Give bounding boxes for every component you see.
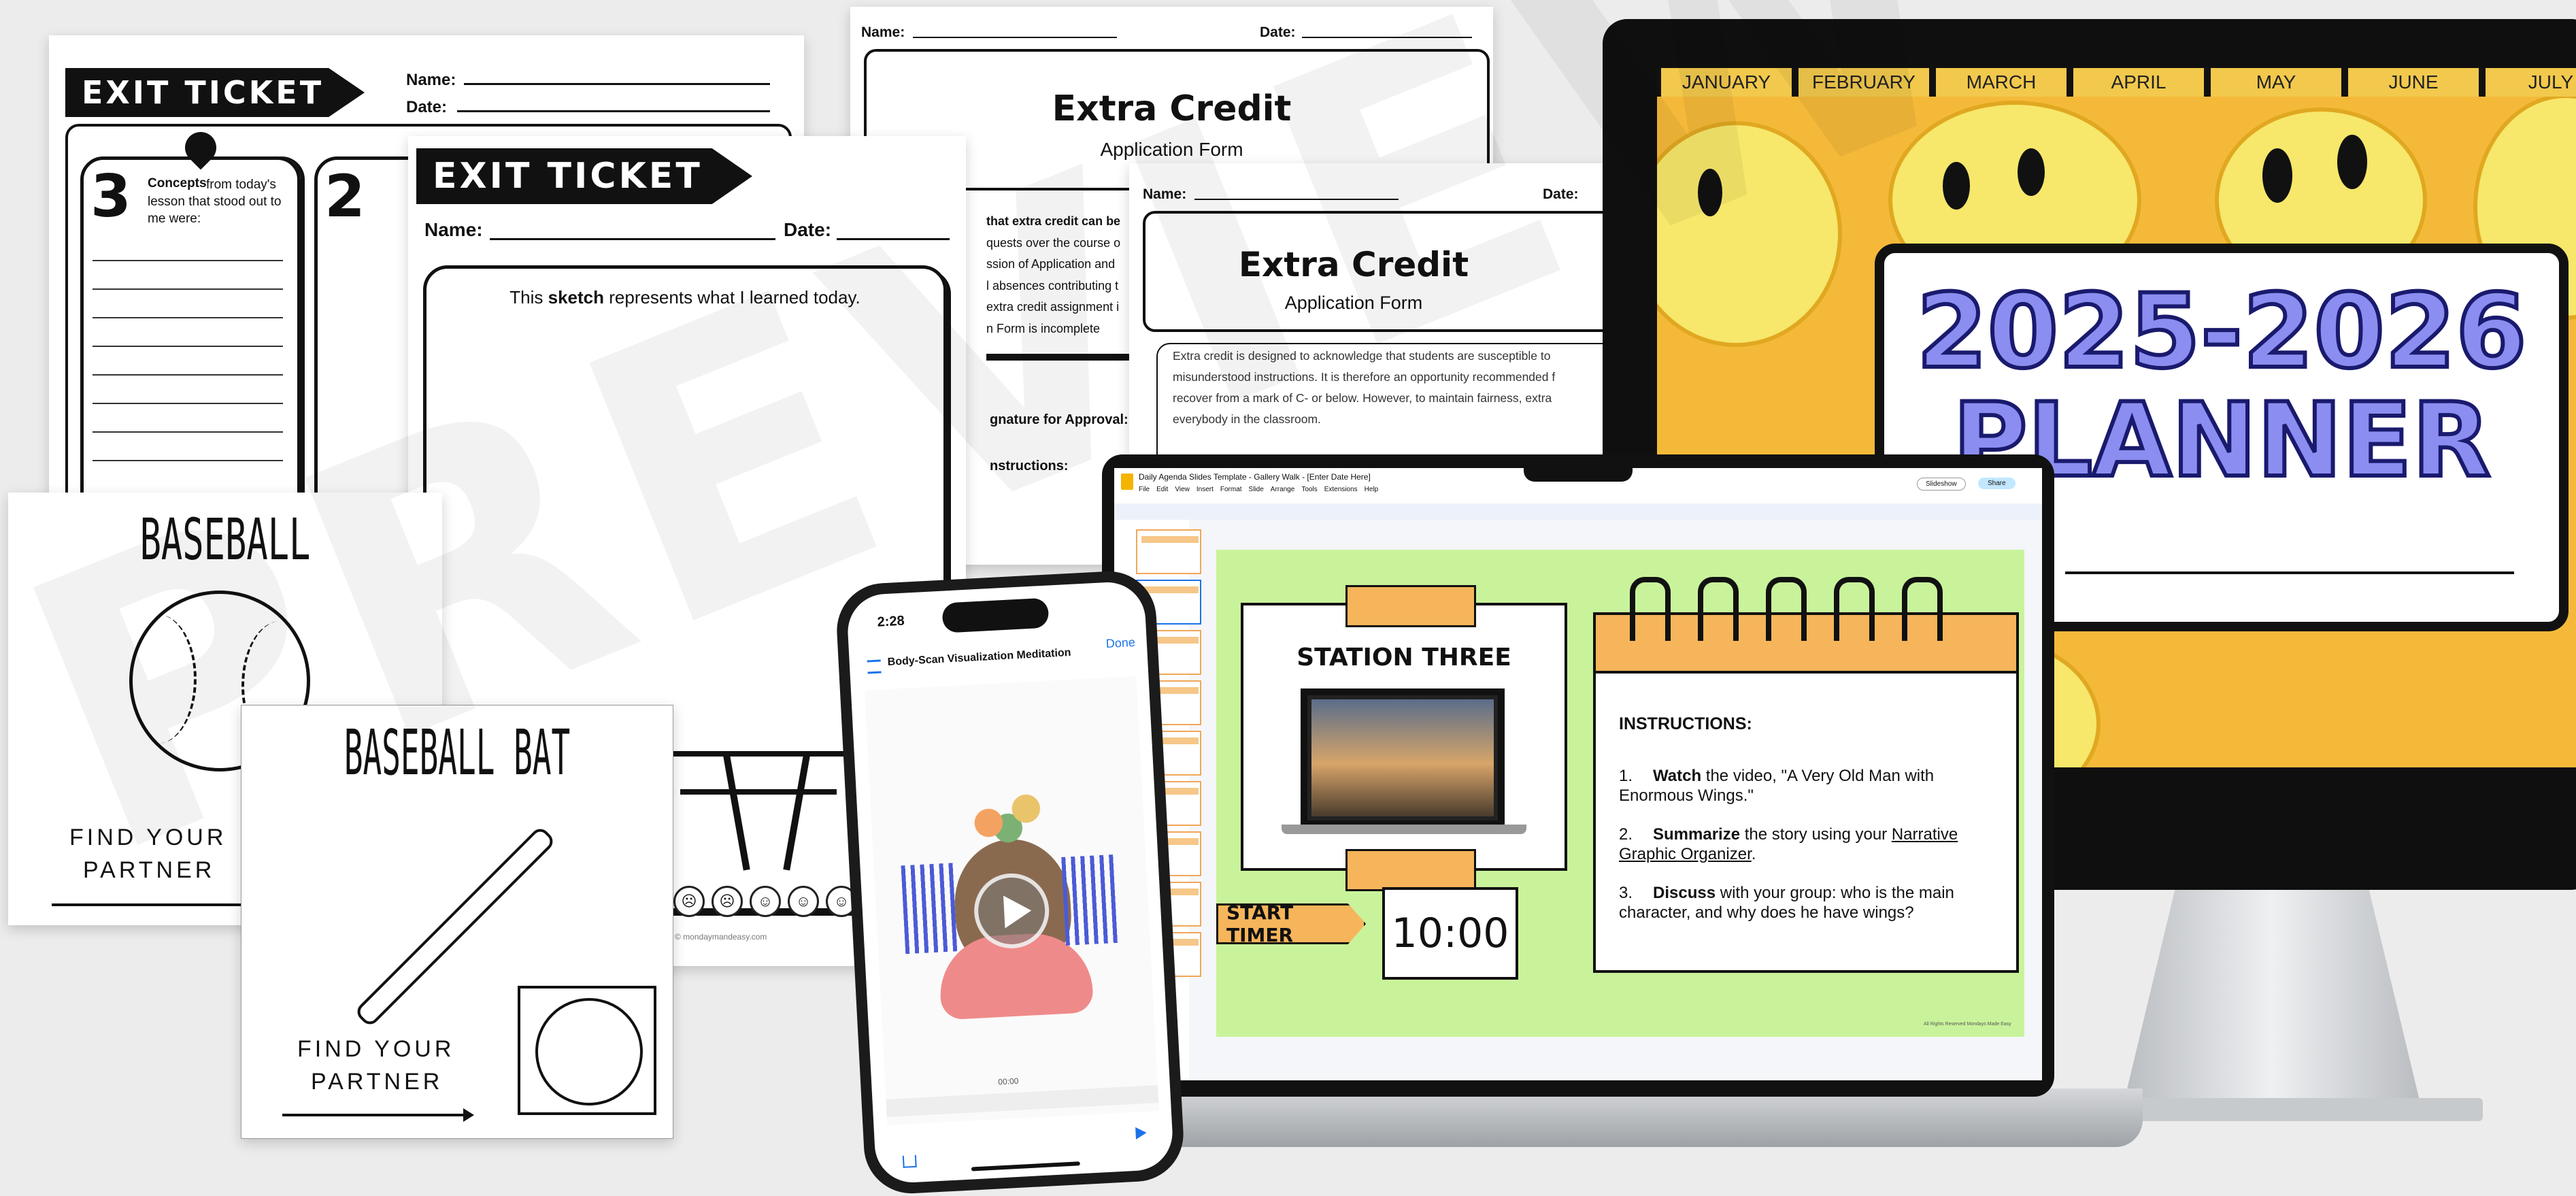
column-number-2: 2 (324, 163, 365, 231)
exit-ticket-header: EXIT TICKET (65, 68, 365, 117)
date-label: Date: (406, 98, 448, 116)
write-line (93, 403, 283, 404)
notepad-ring (1902, 577, 1943, 641)
play-icon (1003, 894, 1033, 929)
home-indicator (971, 1161, 1080, 1172)
month-tab-may[interactable]: MAY (2211, 68, 2344, 97)
phone-frame: 2:28 Body-Scan Visualization Meditation … (834, 569, 1186, 1196)
step-bold: Summarize (1653, 825, 1741, 844)
exit-ticket-header: EXIT TICKET (416, 148, 752, 204)
play-small-icon[interactable] (1135, 1127, 1148, 1140)
partner: PARTNER (311, 1069, 444, 1095)
menu-help[interactable]: Help (1365, 486, 1379, 493)
baseball-thumbnail (518, 986, 656, 1115)
baseball-icon (535, 998, 643, 1106)
station-title: STATION THREE (1297, 644, 1511, 671)
done-button[interactable]: Done (1105, 635, 1135, 651)
notepad-ring (1834, 577, 1875, 641)
name-label: Name: (424, 219, 483, 240)
table-sketch-bar (680, 789, 837, 795)
name-label: Name: (406, 71, 456, 89)
progress-time: 00:00 (997, 1076, 1019, 1087)
laptop-base (1102, 1089, 2143, 1147)
slide-thumbnail-1[interactable] (1136, 529, 1201, 574)
write-line (93, 260, 283, 261)
write-line (93, 288, 283, 290)
timer-display[interactable]: 10:00 (1382, 887, 1518, 980)
emoji-rating-1[interactable]: ☹ (673, 886, 705, 917)
step-text: . (1751, 845, 1756, 863)
arrow-head-icon (463, 1108, 474, 1122)
planner-line (2065, 571, 2514, 574)
step-number: 1. (1619, 767, 1633, 785)
smiley-eye (2337, 135, 2367, 189)
start-timer-label: START TIMER (1226, 901, 1294, 946)
emoji-rating-3[interactable]: ☺ (750, 886, 781, 917)
name-line (464, 83, 770, 85)
tape-top (1345, 585, 1476, 627)
step-text: the story using your (1744, 825, 1888, 844)
step-number: 2. (1619, 825, 1633, 844)
emoji-rating-2[interactable]: ☹ (712, 886, 743, 917)
write-line (93, 317, 283, 318)
timer-value: 10:00 (1391, 910, 1509, 957)
instruction-step-2: 2. Summarize the story using your Narrati… (1619, 825, 1986, 864)
toolbar (1114, 503, 2042, 520)
find-your: FIND YOUR (297, 1036, 455, 1062)
instruction-step-1: 1. Watch the video, "A Very Old Man with … (1619, 766, 1986, 805)
name-label: Name: (861, 24, 905, 40)
emoji-rating-4[interactable]: ☺ (788, 886, 819, 917)
laptop-bezel: Daily Agenda Slides Template - Gallery W… (1102, 454, 2054, 1097)
notepad-ring (1698, 577, 1739, 641)
column-number-3: 3 (90, 163, 131, 231)
arrow-line (282, 1114, 466, 1116)
monitor-stand-neck (2122, 884, 2422, 1109)
menu-tools[interactable]: Tools (1301, 486, 1317, 493)
menu-extensions[interactable]: Extensions (1324, 486, 1358, 493)
laptop-icon-base (1282, 825, 1526, 834)
audio-title: Body-Scan Visualization Meditation (887, 646, 1071, 668)
laptop-notch (1524, 454, 1633, 482)
date-line (457, 110, 770, 112)
menu-arrange[interactable]: Arrange (1271, 486, 1295, 493)
month-tab-july[interactable]: JULY (2486, 68, 2576, 97)
slideshow-button[interactable]: Slideshow (1917, 478, 1966, 491)
instructions-heading: INSTRUCTIONS: (1619, 714, 1752, 733)
slide-canvas: STATION THREE START TIMER 10:00 INSTRUCT… (1216, 550, 2024, 1037)
step-bold: Watch (1653, 767, 1702, 785)
flower-crown (958, 782, 1057, 849)
copyright-text: All Rights Reserved Mondays Made Easy (1924, 1022, 2011, 1027)
footer-url: © mondaymandeasy.com (675, 932, 767, 942)
month-tab-april[interactable]: APRIL (2073, 68, 2207, 97)
notepad-ring (1630, 577, 1671, 641)
share-button[interactable]: Share (1978, 478, 2015, 489)
instruction-step-3: 3. Discuss with your group: who is the ma… (1619, 883, 1986, 923)
notepad-ring (1766, 577, 1807, 641)
name-line (913, 37, 1117, 38)
write-line (93, 374, 283, 376)
concepts-text: from today's lesson that stood out to me… (148, 178, 282, 226)
start-timer-button[interactable]: START TIMER (1216, 903, 1366, 944)
instructions-notepad: INSTRUCTIONS: 1. Watch the video, "A Very… (1593, 612, 2019, 973)
list-icon[interactable] (867, 659, 882, 674)
exit-ticket-title: EXIT TICKET (82, 74, 324, 111)
share-icon[interactable] (902, 1155, 917, 1168)
smiley-eye (2262, 148, 2292, 203)
video-thumbnail[interactable] (1301, 688, 1505, 827)
step-number: 3. (1619, 884, 1633, 902)
phone-screen: 2:28 Body-Scan Visualization Meditation … (846, 580, 1175, 1184)
sound-wave-left (901, 863, 960, 954)
sound-wave-right (1061, 854, 1120, 946)
tape-bottom (1345, 849, 1476, 891)
exit-ticket-title: EXIT TICKET (433, 156, 703, 197)
write-line (93, 346, 283, 347)
planner-year: 2025-2026 (1914, 273, 2528, 391)
month-tab-june[interactable]: JUNE (2348, 68, 2481, 97)
step-bold: Discuss (1653, 884, 1716, 902)
